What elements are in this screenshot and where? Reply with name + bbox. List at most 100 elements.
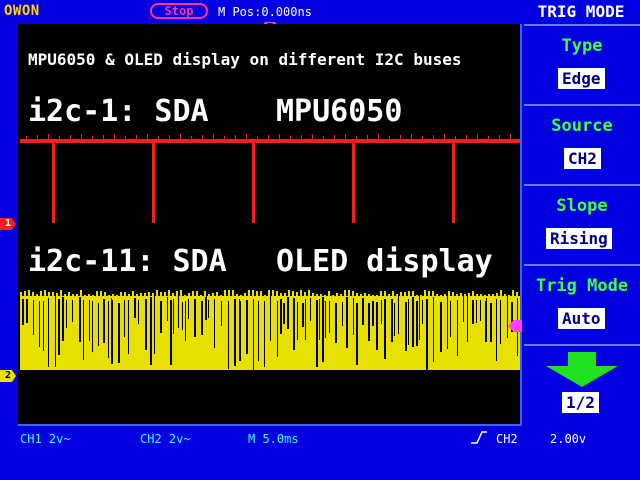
ch2-edge [344, 290, 346, 296]
ch2-edge [108, 295, 110, 301]
ch2-gap [419, 296, 420, 340]
ch1-glitch [202, 135, 203, 140]
ch2-gap [246, 300, 248, 354]
ch2-gap [66, 300, 67, 328]
ch2-edge [136, 294, 138, 300]
ch2-edge [52, 292, 54, 298]
ch1-glitch [191, 136, 192, 141]
ch2-edge [156, 290, 158, 296]
ch2-edge [224, 290, 226, 296]
status-bar: CH1 2v~ CH2 2v~ M 5.0ms CH2 2.00v [0, 428, 640, 448]
ch2-edge [172, 293, 174, 299]
ch1-glitch [444, 134, 445, 139]
ch2-gap [39, 301, 40, 347]
ch2-gap [433, 297, 434, 362]
ch1-glitch [334, 135, 335, 140]
ch2-edge [484, 295, 486, 301]
ch2-gap [280, 297, 282, 334]
menu-item-source[interactable]: Source CH2 [524, 104, 640, 182]
ch1-glitch [301, 135, 302, 140]
ch2-edge [44, 290, 46, 296]
ch2-gap [394, 303, 395, 336]
ch2-edge [20, 292, 22, 298]
menu-item-trig-mode[interactable]: Trig Mode Auto [524, 264, 640, 342]
ch2-gap [173, 299, 174, 334]
ch2-gap [26, 299, 28, 323]
ch2-level-marker[interactable]: 2 [0, 370, 16, 382]
run-stop-button[interactable]: Stop [150, 3, 208, 19]
ch2-edge [508, 295, 510, 301]
ch2-edge [388, 294, 390, 300]
ch2-edge [456, 294, 458, 300]
ch1-glitch [488, 136, 489, 141]
ch1-level-marker[interactable]: 1 [0, 218, 16, 230]
screen-title: MPU6050 & OLED display on different I2C … [28, 50, 462, 69]
ch2-edge [204, 291, 206, 297]
ch1-glitch [466, 135, 467, 140]
ch2-edge [200, 295, 202, 301]
ch2-edge [184, 295, 186, 301]
ch2-gap [134, 298, 136, 318]
ch1-glitch [70, 135, 71, 140]
waveform-display: MPU6050 & OLED display on different I2C … [18, 24, 522, 426]
ch2-edge [252, 290, 254, 296]
ch2-edge [312, 293, 314, 299]
ch2-gap [72, 298, 73, 322]
ch2-edge [72, 294, 74, 300]
ch2-gap [319, 299, 320, 340]
ch2-edge [392, 291, 394, 297]
ch2-edge [512, 290, 514, 296]
ch2-edge [124, 292, 126, 298]
ch2-edge [476, 294, 478, 300]
menu-item-slope[interactable]: Slope Rising [524, 184, 640, 262]
menu-next-page[interactable]: 1/2 [524, 344, 640, 426]
ch2-edge [180, 290, 182, 296]
menu-item-trig-mode-label: Trig Mode [535, 276, 629, 296]
ch2-gap [325, 300, 326, 338]
ch1-glitch [356, 136, 357, 141]
ch2-edge [144, 293, 146, 299]
ch1-glitch [323, 136, 324, 141]
ch2-edge [292, 291, 294, 297]
ch1-spike [452, 141, 455, 223]
ch2-gap [167, 297, 168, 321]
ch2-edge [76, 294, 78, 300]
ch2-gap [128, 297, 129, 354]
ch2-gap [150, 297, 152, 365]
ch2-gap [500, 300, 501, 344]
ch2-edge [176, 291, 178, 297]
ch1-spikes [26, 134, 511, 223]
ch1-glitch [114, 134, 115, 139]
ch2-gap [253, 299, 254, 371]
ch2-edge [364, 293, 366, 299]
ch2-edge [36, 294, 38, 300]
ch2-edge [32, 292, 34, 298]
side-menu: TRIG MODE Type Edge Source CH2 Slope Ris… [522, 0, 640, 426]
ch2-edge [448, 291, 450, 297]
ch2-gap [22, 299, 24, 325]
ch2-gap [342, 302, 343, 326]
ch2-edge [340, 294, 342, 300]
ch2-edge [164, 292, 166, 298]
ch2-edge [316, 294, 318, 300]
ch1-glitch [268, 135, 269, 140]
ch1-glitch [125, 136, 126, 141]
ch2-gap [287, 297, 289, 329]
ch2-edge [188, 293, 190, 299]
menu-item-type[interactable]: Type Edge [524, 24, 640, 102]
ch2-edge [296, 292, 298, 298]
ch1-baseline [20, 139, 520, 143]
ch2-gap [154, 296, 155, 354]
ch2-edge [100, 291, 102, 297]
ch2-edge [84, 295, 86, 301]
ch2-edge [384, 291, 386, 297]
ch2-edge [220, 295, 222, 301]
ch2-gap [467, 296, 468, 342]
ch1-glitch [433, 135, 434, 140]
ch2-gap [108, 298, 109, 358]
ch1-glitch [224, 136, 225, 141]
ch2-gap [398, 296, 399, 334]
ch2-edge [40, 291, 42, 297]
ch2-gap [124, 300, 125, 337]
ch2-gap [214, 299, 215, 348]
